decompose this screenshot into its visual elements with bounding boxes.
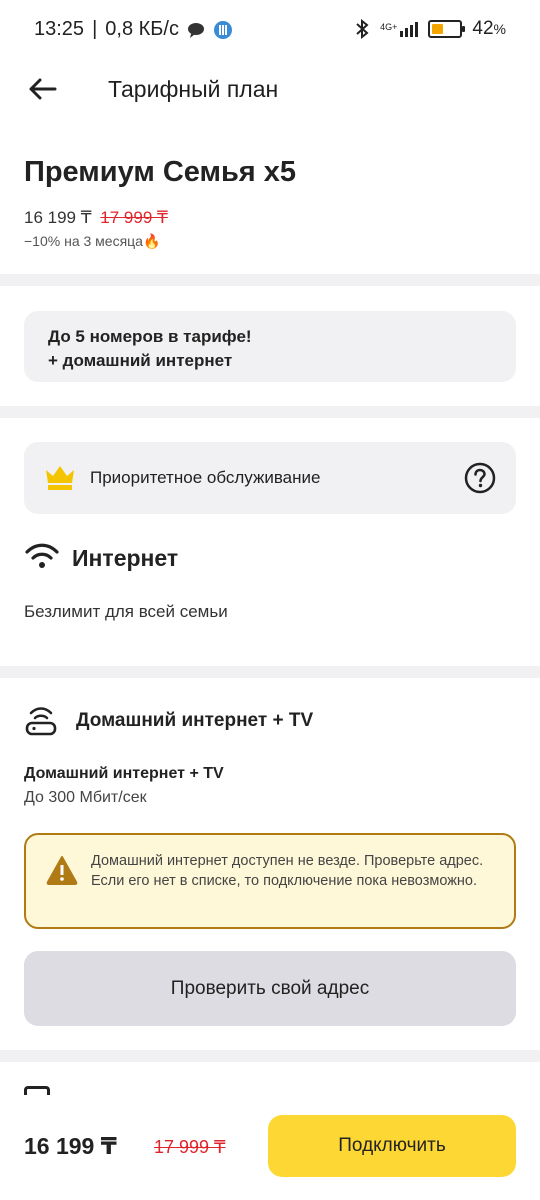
- plan-price: 16 199 ₸: [24, 208, 92, 227]
- status-right: 4G+ 42%: [354, 18, 506, 40]
- battery-percent-sign: %: [493, 21, 506, 37]
- section-divider: [0, 406, 540, 418]
- back-button[interactable]: [22, 72, 62, 106]
- signal-bar: [415, 21, 419, 37]
- bottom-bar: 16 199 ₸ 17 999 ₸ Подключить: [0, 1095, 540, 1200]
- battery-level: 42%: [472, 18, 506, 40]
- home-internet-title: Домашний интернет + TV: [76, 710, 314, 731]
- arrow-back-icon: [29, 78, 57, 100]
- signal-bar: [405, 27, 409, 37]
- status-separator: |: [92, 18, 98, 40]
- priority-service-card: Приоритетное обслуживание: [24, 442, 516, 514]
- warning-icon: [46, 856, 78, 885]
- plan-old-price: 17 999 ₸: [100, 208, 168, 227]
- help-icon[interactable]: [464, 462, 496, 494]
- signal-label: 4G+: [380, 21, 398, 32]
- battery-fill: [432, 24, 444, 34]
- home-internet-speed: До 300 Мбит/сек: [24, 789, 147, 806]
- family-card-line2: + домашний интернет: [48, 351, 233, 370]
- bottom-price: 16 199 ₸: [24, 1133, 117, 1159]
- internet-title: Интернет: [72, 545, 179, 571]
- app-bar: Тарифный план: [0, 60, 540, 118]
- router-icon: [25, 707, 57, 736]
- status-network-speed: 0,8 КБ/с: [105, 18, 179, 40]
- app-notification-icon: [213, 20, 232, 39]
- status-bar: 13:25 | 0,8 КБ/с 4G+ 42%: [0, 0, 540, 60]
- section-divider: [0, 274, 540, 286]
- signal-bar: [410, 24, 414, 37]
- check-address-button[interactable]: Проверить свой адрес: [24, 951, 516, 1026]
- battery-percent: 42: [472, 18, 494, 39]
- battery-icon: [428, 20, 466, 38]
- price-row: 16 199 ₸ 17 999 ₸: [24, 208, 168, 228]
- connect-button[interactable]: Подключить: [268, 1115, 516, 1177]
- page-title: Тарифный план: [108, 76, 279, 102]
- bottom-old-price: 17 999 ₸: [154, 1137, 226, 1157]
- status-time: 13:25: [34, 18, 85, 40]
- signal-bar: [400, 30, 404, 37]
- crown-icon: [46, 466, 74, 490]
- signal-indicator: 4G+: [380, 21, 419, 37]
- bluetooth-icon: [356, 19, 369, 39]
- internet-subtitle: Безлимит для всей семьи: [24, 602, 228, 621]
- availability-warning: Домашний интернет доступен не везде. Про…: [24, 833, 516, 929]
- status-left: 13:25 | 0,8 КБ/с: [34, 18, 233, 41]
- section-divider: [0, 666, 540, 678]
- priority-service-label: Приоритетное обслуживание: [90, 468, 321, 487]
- home-internet-name: Домашний интернет + TV: [24, 765, 224, 782]
- plan-name: Премиум Семья х5: [24, 156, 297, 188]
- section-divider: [0, 1050, 540, 1062]
- family-card-line1: До 5 номеров в тарифе!: [48, 327, 252, 346]
- warning-text: Домашний интернет доступен не везде. Про…: [91, 853, 484, 889]
- chat-bubble-icon: [187, 22, 204, 38]
- plan-discount: −10% на 3 месяца🔥: [24, 233, 161, 249]
- family-info-card: До 5 номеров в тарифе! + домашний интерн…: [24, 311, 516, 382]
- wifi-icon: [25, 543, 59, 568]
